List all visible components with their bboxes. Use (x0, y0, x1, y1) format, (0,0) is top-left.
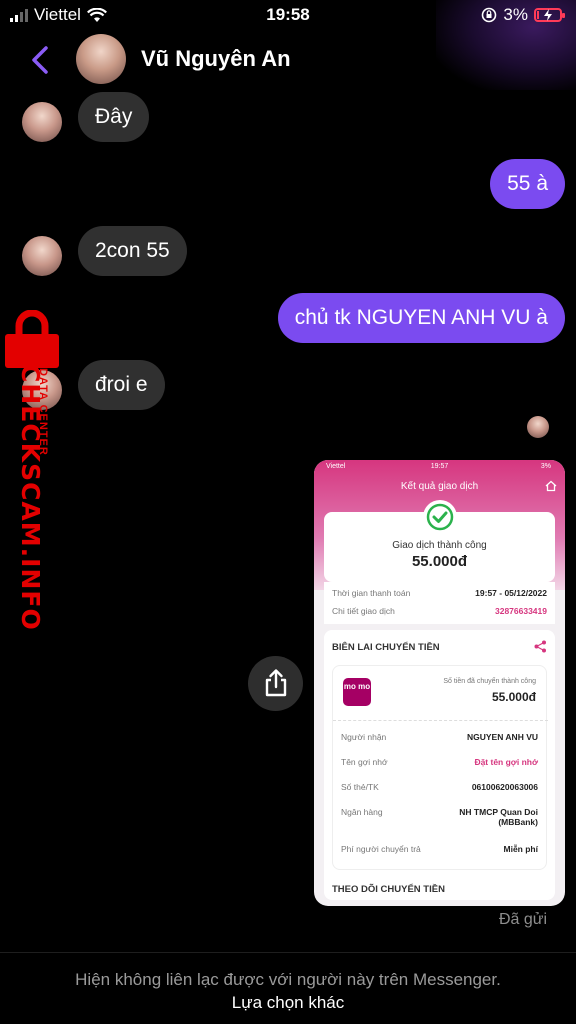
receipt-image[interactable]: Viettel 19:57 3% Kết quả giao dịch Giao … (314, 460, 565, 906)
contact-avatar[interactable] (76, 34, 126, 84)
avatar[interactable] (22, 102, 62, 142)
lock-icon (5, 310, 59, 368)
receipt-transfer-card: mo mo Số tiền đã chuyển thành công 55.00… (332, 665, 548, 870)
receipt-section-title: BIÊN LAI CHUYỂN TIỀN (332, 642, 440, 653)
receipt-row-value: 06100620063006 (471, 782, 538, 792)
status-right: 3% (481, 5, 565, 25)
share-button[interactable] (248, 656, 303, 711)
read-receipt-avatar (527, 416, 549, 438)
receipt-detail-value: 32876633419 (494, 606, 547, 616)
unavailable-note: Hiện không liên lạc được với người này t… (75, 970, 501, 989)
receipt-status-bar: Viettel 19:57 3% (314, 463, 565, 475)
receipt-row-label: Tên gợi nhớ (341, 757, 388, 767)
message-bubble-incoming[interactable]: 2con 55 (78, 226, 187, 276)
other-options-link[interactable]: Lựa chọn khác (0, 993, 576, 1013)
share-icon (265, 669, 287, 697)
chevron-left-icon[interactable] (24, 40, 58, 80)
message-bubble-incoming[interactable]: đroi e (78, 360, 165, 410)
receipt-time-value: 19:57 - 05/12/2022 (475, 588, 547, 598)
receipt-transfer-section: BIÊN LAI CHUYỂN TIỀN mo mo Số tiền đã ch… (324, 630, 555, 900)
receipt-row-label: Phí người chuyển trả (341, 844, 421, 854)
receipt-row-value: Đặt tên gợi nhớ (474, 757, 538, 767)
receipt-time-label: Thời gian thanh toán (332, 588, 411, 598)
sent-status: Đã gửi (498, 911, 547, 928)
receipt-title: Kết quả giao dịch (400, 481, 479, 492)
receipt-row-value: Miễn phí (503, 844, 538, 854)
messenger-footer: Hiện không liên lạc được với người này t… (0, 952, 576, 1024)
check-circle-icon (423, 500, 457, 534)
momo-logo: mo mo (343, 678, 371, 706)
receipt-row-value: NH TMCP Quan Doi (MBBank) (459, 807, 538, 827)
divider (333, 720, 548, 721)
receipt-row-value: NGUYEN ANH VU (467, 732, 538, 742)
battery-icon (534, 8, 565, 22)
home-icon (545, 480, 557, 492)
receipt-row-label: Số thẻ/TK (341, 782, 379, 792)
rotation-lock-icon (482, 7, 497, 23)
receipt-row-label: Ngân hàng (341, 807, 383, 817)
receipt-row-label: Người nhận (341, 732, 387, 742)
receipt-follow-title: THEO DÕI CHUYỂN TIỀN (332, 884, 445, 895)
status-bar: Viettel 19:58 3% (0, 0, 576, 90)
avatar[interactable] (22, 236, 62, 276)
message-bubble-incoming[interactable]: Đây (78, 92, 150, 142)
receipt-sent-label: Số tiền đã chuyển thành công (443, 678, 536, 685)
receipt-time: 19:57 (430, 463, 449, 470)
receipt-battery: 3% (540, 463, 551, 470)
chat-header: Vũ Nguyên An (0, 30, 576, 92)
share-icon (534, 640, 546, 653)
message-bubble-outgoing[interactable]: 55 à (490, 159, 565, 209)
receipt-info: Thời gian thanh toán 19:57 - 05/12/2022 … (324, 582, 555, 624)
receipt-amount: 55.000đ (411, 553, 468, 570)
receipt-sent-value: 55.000đ (491, 690, 536, 704)
message-bubble-outgoing[interactable]: chủ tk NGUYEN ANH VU à (277, 293, 565, 343)
receipt-success-text: Giao dịch thành công (392, 540, 487, 551)
watermark-subtext: DATA CENTER (37, 368, 49, 456)
battery-percent: 3% (503, 5, 528, 24)
contact-name[interactable]: Vũ Nguyên An (141, 46, 291, 72)
receipt-detail-label: Chi tiết giao dịch (332, 606, 395, 616)
